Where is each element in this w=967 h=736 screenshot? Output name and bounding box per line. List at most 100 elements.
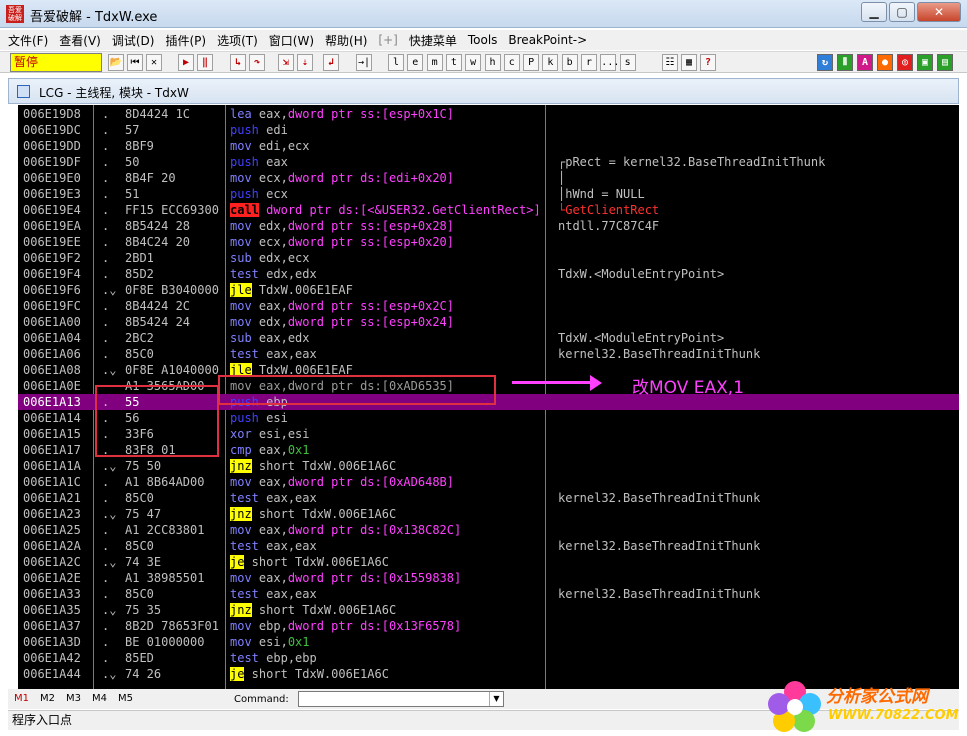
menu-item-7[interactable]: [+]	[378, 33, 397, 47]
view-button-4[interactable]: w	[465, 54, 482, 71]
menu-item-5[interactable]: 窗口(W)	[269, 32, 314, 49]
goto-icon[interactable]: →|	[356, 54, 372, 71]
disasm-row[interactable]: 006E1A2A. 85C0 test eax,eax kernel32.BaseTh…	[18, 538, 959, 554]
disasm-row[interactable]: 006E19DF. 50 push eax ┌pRect = kernel32.Bas…	[18, 154, 959, 170]
close-button[interactable]: ✕	[917, 2, 961, 22]
disasm-row[interactable]: 006E1A06. 85C0 test eax,eax kernel32.BaseTh…	[18, 346, 959, 362]
row-hex-bytes: 85C0	[125, 587, 154, 601]
open-file-icon[interactable]: 📂	[108, 54, 124, 71]
menu-item-3[interactable]: 插件(P)	[165, 32, 206, 49]
tab-memory-5[interactable]: M5	[118, 693, 133, 704]
menu-item-10[interactable]: BreakPoint->	[508, 33, 587, 47]
help-icon[interactable]: ?	[700, 54, 716, 71]
disasm-row[interactable]: 006E1A42. 85ED test ebp,ebp	[18, 650, 959, 666]
view-button-10[interactable]: r	[581, 54, 597, 71]
disasm-row[interactable]: 006E1A25. A1 2CC83801 mov eax,dword ptr ds…	[18, 522, 959, 538]
disasm-row[interactable]: 006E1A3D. BE 01000000 mov esi,0x1	[18, 634, 959, 650]
menu-item-2[interactable]: 调试(D)	[112, 32, 155, 49]
trace-into-icon[interactable]: ⇲	[278, 54, 294, 71]
disasm-row[interactable]: 006E19DC. 57 push edi	[18, 122, 959, 138]
disasm-row[interactable]: 006E1A1C. A1 8B64AD00 mov eax,dword ptr ds…	[18, 474, 959, 490]
row-comment: TdxW.<ModuleEntryPoint>	[558, 267, 725, 281]
instruction-token: ecx,	[258, 235, 288, 249]
instruction-token: eax,	[258, 299, 288, 313]
menu-item-8[interactable]: 快捷菜单	[409, 32, 457, 49]
tile-icon[interactable]: ▤	[937, 54, 953, 71]
disasm-row[interactable]: 006E1A33. 85C0 test eax,eax kernel32.BaseTh…	[18, 586, 959, 602]
disasm-row[interactable]: 006E19D8. 8D4424 1C lea eax,dword ptr ss:[…	[18, 106, 959, 122]
disasm-row[interactable]: 006E19EE. 8B4C24 20 mov ecx,dword ptr ss:[…	[18, 234, 959, 250]
disasm-row[interactable]: 006E19E3. 51 push ecx │hWnd = NULL	[18, 186, 959, 202]
record-icon[interactable]: ●	[877, 54, 893, 71]
row-hex-bytes: 8B5424 28	[125, 219, 191, 233]
disasm-row[interactable]: 006E1A00. 8B5424 24 mov edx,dword ptr ss:[…	[18, 314, 959, 330]
disasm-row[interactable]: 006E1A1A .⌄ 75 50 jnz short TdxW.006E1A6C	[18, 458, 959, 474]
menu-item-4[interactable]: 选项(T)	[217, 32, 258, 49]
view-button-8[interactable]: k	[542, 54, 559, 71]
instruction-token: 0x1	[287, 443, 310, 457]
disasm-row[interactable]: 006E1A37. 8B2D 78653F01 mov ebp,dword ptr …	[18, 618, 959, 634]
view-button-2[interactable]: m	[426, 54, 443, 71]
layout-icon[interactable]: ▦	[681, 54, 697, 71]
maximize-button[interactable]: ▢	[889, 2, 915, 22]
a-icon[interactable]: A	[857, 54, 873, 71]
view-button-7[interactable]: P	[523, 54, 540, 71]
minimize-button[interactable]: ▁	[861, 2, 887, 22]
tab-memory-4[interactable]: M4	[92, 693, 107, 704]
row-instruction: mov eax,dword ptr ds:[0xAD648B]	[230, 474, 545, 490]
tab-memory-3[interactable]: M3	[66, 693, 81, 704]
disasm-row[interactable]: 006E19F2. 2BD1 sub edx,ecx	[18, 250, 959, 266]
rewind-icon[interactable]: ⏮	[127, 54, 143, 71]
step-over-icon[interactable]: ↷	[249, 54, 265, 71]
menu-item-9[interactable]: Tools	[468, 33, 498, 47]
refresh-icon[interactable]: ↻	[817, 54, 833, 71]
disasm-row[interactable]: 006E19FC. 8B4424 2C mov eax,dword ptr ss:[…	[18, 298, 959, 314]
view-button-12[interactable]: s	[619, 54, 636, 71]
trace-over-icon[interactable]: ⇣	[297, 54, 313, 71]
disasm-row[interactable]: 006E19F6 .⌄ 0F8E B3040000 jle TdxW.006E1EAF	[18, 282, 959, 298]
row-hex-bytes: 8B5424 24	[125, 315, 191, 329]
disasm-row[interactable]: 006E19F4. 85D2 test edx,edx TdxW.<ModuleEnt…	[18, 266, 959, 282]
window-icon[interactable]: ▣	[917, 54, 933, 71]
disasm-row[interactable]: 006E1A2E. A1 38985501 mov eax,dword ptr ds…	[18, 570, 959, 586]
instruction-token: eax,	[258, 443, 288, 457]
view-button-11[interactable]: ...	[600, 54, 619, 71]
chevron-down-icon[interactable]: ▼	[489, 692, 503, 706]
instruction-token: call	[230, 203, 259, 217]
run-icon[interactable]: ▶	[178, 54, 194, 71]
disasm-row[interactable]: 006E19E4. FF15 ECC69300 call dword ptr ds:…	[18, 202, 959, 218]
disasm-row[interactable]: 006E1A04. 2BC2 sub eax,edx TdxW.<ModuleEntr…	[18, 330, 959, 346]
split-icon[interactable]: ⫴	[837, 54, 853, 71]
disasm-row[interactable]: 006E1A35 .⌄ 75 35 jnz short TdxW.006E1A6C	[18, 602, 959, 618]
view-button-3[interactable]: t	[445, 54, 462, 71]
view-button-6[interactable]: c	[503, 54, 520, 71]
tab-memory-1[interactable]: M1	[14, 693, 29, 704]
row-jump-marker: .⌄	[102, 507, 117, 521]
view-button-5[interactable]: h	[484, 54, 501, 71]
pause-icon[interactable]: ‖	[197, 54, 213, 71]
disasm-row[interactable]: 006E19DD. 8BF9 mov edi,ecx	[18, 138, 959, 154]
command-input[interactable]: ▼	[298, 691, 504, 707]
step-into-icon[interactable]: ↳	[230, 54, 246, 71]
row-instruction: push eax	[230, 154, 545, 170]
close-process-icon[interactable]: ✕	[146, 54, 162, 71]
instruction-token: test	[230, 539, 259, 553]
view-button-9[interactable]: b	[561, 54, 578, 71]
row-hex-bytes: 2BC2	[125, 331, 154, 345]
target-icon[interactable]: ◎	[897, 54, 913, 71]
row-address: 006E1A06	[23, 347, 81, 361]
disasm-row[interactable]: 006E19E0. 8B4F 20 mov ecx,dword ptr ds:[ed…	[18, 170, 959, 186]
menu-item-6[interactable]: 帮助(H)	[325, 32, 367, 49]
view-button-1[interactable]: e	[407, 54, 424, 71]
disasm-row[interactable]: 006E1A2C .⌄ 74 3E je short TdxW.006E1A6C	[18, 554, 959, 570]
menu-item-0[interactable]: 文件(F)	[8, 32, 48, 49]
disasm-row[interactable]: 006E19EA. 8B5424 28 mov edx,dword ptr ss:[…	[18, 218, 959, 234]
tab-memory-2[interactable]: M2	[40, 693, 55, 704]
settings-icon[interactable]: ☷	[662, 54, 678, 71]
execute-till-return-icon[interactable]: ↲	[323, 54, 339, 71]
disasm-row[interactable]: 006E1A23 .⌄ 75 47 jnz short TdxW.006E1A6C	[18, 506, 959, 522]
view-button-0[interactable]: l	[388, 54, 404, 71]
disasm-row[interactable]: 006E1A21. 85C0 test eax,eax kernel32.BaseTh…	[18, 490, 959, 506]
row-jump-marker: .	[102, 347, 110, 361]
menu-item-1[interactable]: 查看(V)	[59, 32, 101, 49]
